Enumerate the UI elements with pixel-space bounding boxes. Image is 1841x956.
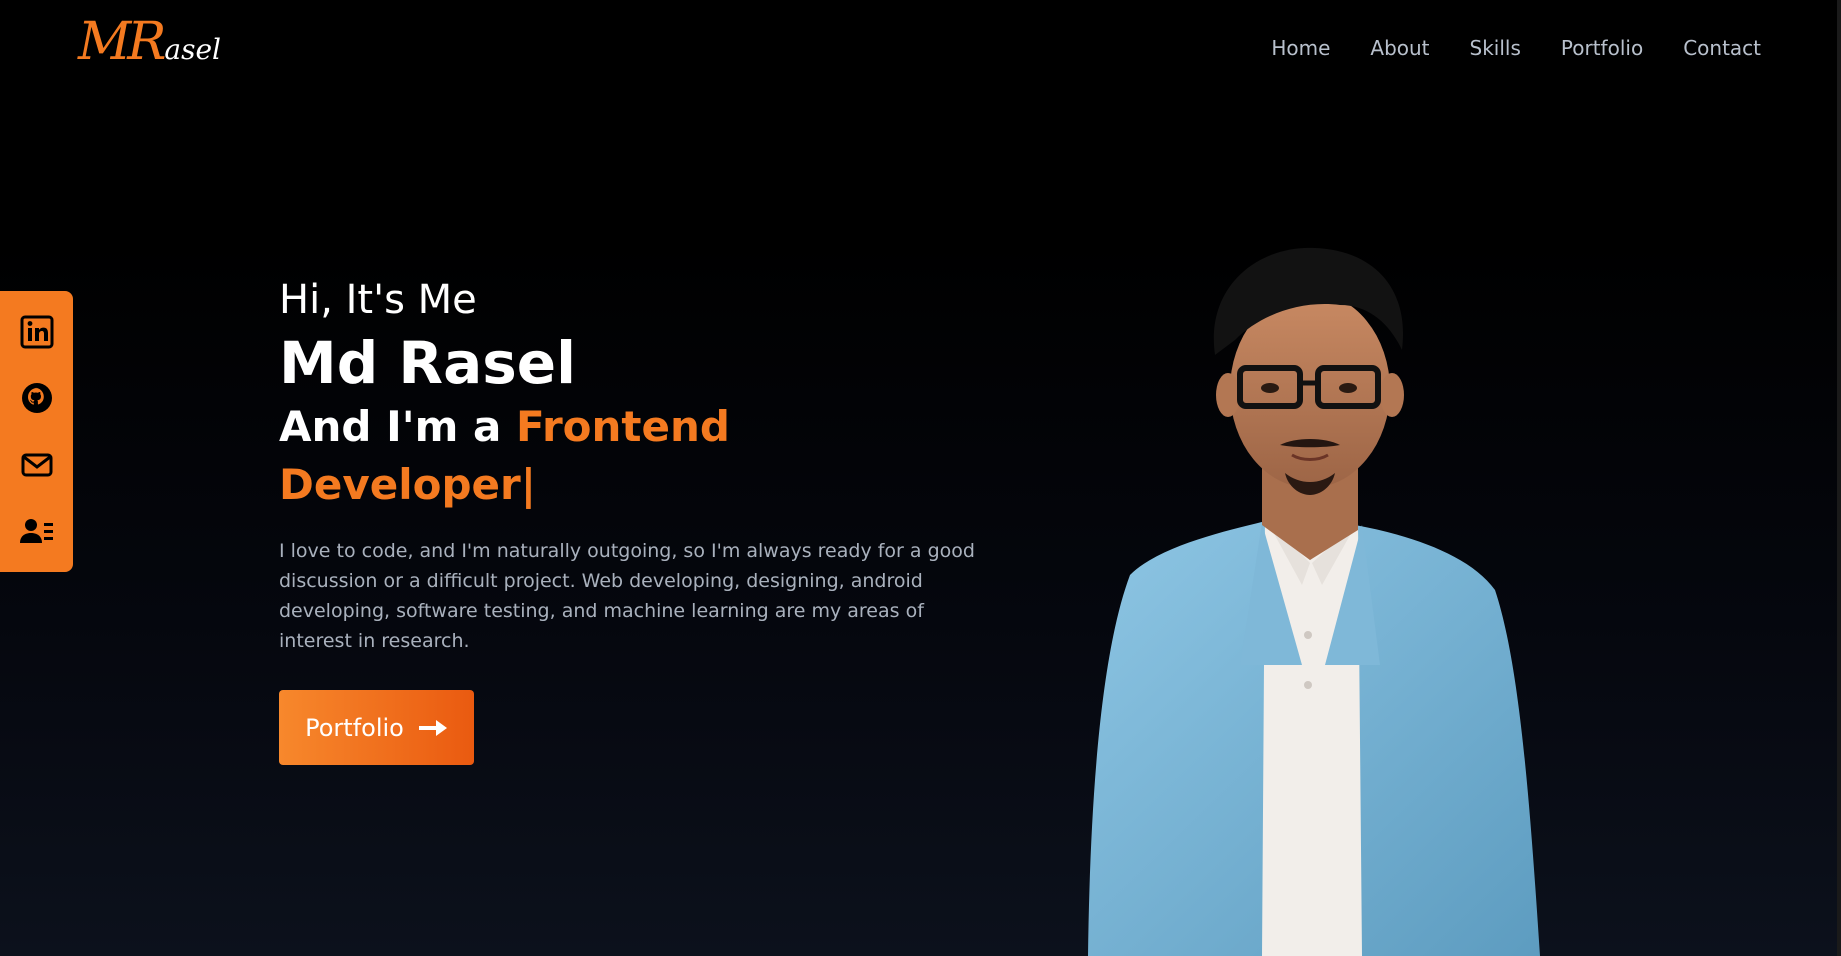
- hero-section: Hi, It's Me Md Rasel And I'm a Frontend …: [279, 272, 999, 765]
- nav-skills-link[interactable]: Skills: [1470, 30, 1521, 66]
- main-nav: Home About Skills Portfolio Contact: [1271, 30, 1761, 66]
- scrollbar[interactable]: [1837, 0, 1841, 956]
- nav-home-link[interactable]: Home: [1271, 30, 1330, 66]
- page: MR asel Home About Skills Portfolio Cont…: [0, 0, 1841, 956]
- nav-portfolio-link[interactable]: Portfolio: [1561, 30, 1643, 66]
- github-icon[interactable]: [18, 379, 56, 417]
- logo-initials: MR: [78, 12, 166, 72]
- hero-name: Md Rasel: [279, 329, 576, 397]
- role-prefix: And I'm a: [279, 402, 516, 451]
- nav-contact-link[interactable]: Contact: [1683, 30, 1761, 66]
- site-logo[interactable]: MR asel: [78, 12, 221, 72]
- hero-description: I love to code, and I'm naturally outgoi…: [279, 540, 975, 652]
- linkedin-icon[interactable]: [18, 313, 56, 351]
- profile-photo: [1040, 245, 1580, 956]
- portfolio-button-label: Portfolio: [305, 713, 404, 742]
- contact-card-icon[interactable]: [18, 512, 56, 550]
- portfolio-button[interactable]: Portfolio: [279, 690, 474, 765]
- nav-about-link[interactable]: About: [1370, 30, 1429, 66]
- hero-greeting: Hi, It's Me: [279, 277, 477, 323]
- arrow-right-icon: [418, 719, 447, 736]
- social-sidebar: [0, 291, 73, 572]
- mail-icon[interactable]: [18, 446, 56, 484]
- hero-role: And I'm a Frontend Developer|: [279, 398, 999, 514]
- logo-rest: asel: [164, 33, 221, 66]
